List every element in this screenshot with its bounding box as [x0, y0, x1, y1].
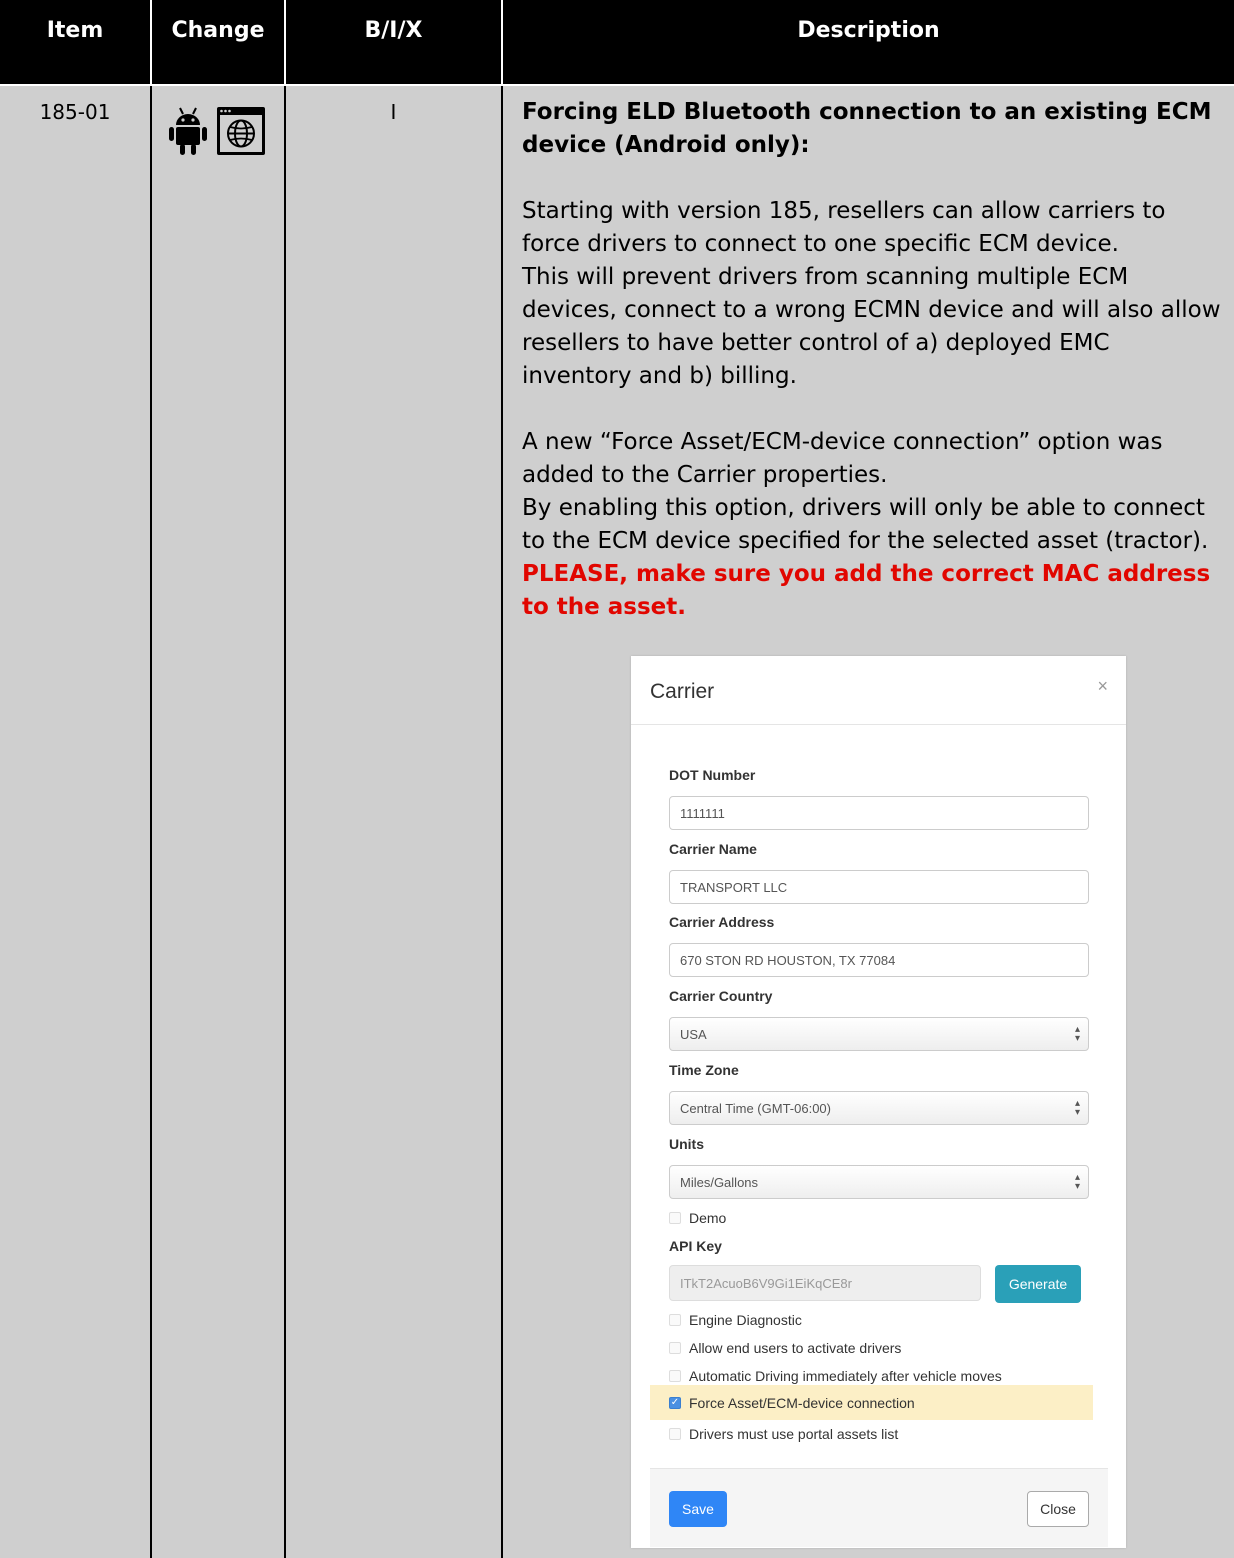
time-zone-value: Central Time (GMT-06:00): [680, 1101, 831, 1116]
option-label: Automatic Driving immediately after vehi…: [689, 1368, 1002, 1384]
dialog-header: Carrier ×: [631, 656, 1126, 725]
option-label: Force Asset/ECM-device connection: [689, 1395, 915, 1411]
column-divider: [284, 86, 286, 1558]
column-divider: [150, 86, 152, 1558]
item-cell: 185-01: [39, 100, 111, 124]
select-arrows-icon: ▴ ▾: [1074, 1172, 1080, 1192]
carrier-country-label: Carrier Country: [669, 988, 773, 1004]
carrier-name-input[interactable]: TRANSPORT LLC: [669, 870, 1089, 904]
allow-activate-drivers-row[interactable]: Allow end users to activate drivers: [669, 1338, 901, 1358]
bix-cell: I: [390, 100, 397, 124]
close-icon[interactable]: ×: [1097, 676, 1108, 697]
time-zone-label: Time Zone: [669, 1062, 739, 1078]
select-arrows-icon: ▴ ▾: [1074, 1024, 1080, 1044]
header-item: Item: [46, 18, 104, 43]
option-label: Allow end users to activate drivers: [689, 1340, 902, 1356]
automatic-driving-row[interactable]: Automatic Driving immediately after vehi…: [669, 1366, 1002, 1386]
units-select[interactable]: Miles/Gallons ▴ ▾: [669, 1165, 1089, 1199]
dialog-title: Carrier: [650, 680, 715, 703]
demo-label: Demo: [689, 1210, 727, 1226]
force-asset-connection-checkbox[interactable]: ✓: [669, 1397, 681, 1409]
table-header: Item Change B/I/X Description: [0, 0, 1234, 84]
description-cell: Forcing ELD Bluetooth connection to an e…: [522, 96, 1222, 624]
units-value: Miles/Gallons: [680, 1175, 759, 1190]
change-cell: [168, 106, 266, 156]
portal-assets-checkbox[interactable]: [669, 1428, 681, 1440]
header-bix: B/I/X: [364, 18, 423, 43]
carrier-name-label: Carrier Name: [669, 841, 757, 857]
select-arrows-icon: ▴ ▾: [1074, 1098, 1080, 1118]
demo-checkbox-row[interactable]: Demo: [669, 1208, 726, 1228]
carrier-dialog: Carrier × DOT Number 1111111 Carrier Nam…: [631, 656, 1126, 1548]
engine-diagnostic-row[interactable]: Engine Diagnostic: [669, 1310, 802, 1330]
description-paragraph: A new “Force Asset/ECM-device connection…: [522, 429, 1163, 488]
portal-assets-row[interactable]: Drivers must use portal assets list: [669, 1424, 898, 1444]
units-label: Units: [669, 1136, 704, 1152]
close-button[interactable]: Close: [1027, 1491, 1089, 1527]
force-asset-connection-row[interactable]: ✓ Force Asset/ECM-device connection: [669, 1393, 915, 1413]
allow-activate-drivers-checkbox[interactable]: [669, 1342, 681, 1354]
description-title: Forcing ELD Bluetooth connection to an e…: [522, 99, 1212, 158]
warning-text: PLEASE, make sure you add the correct MA…: [522, 561, 1211, 620]
api-key-label: API Key: [669, 1238, 722, 1254]
carrier-address-label: Carrier Address: [669, 914, 775, 930]
option-label: Drivers must use portal assets list: [689, 1426, 899, 1442]
dot-number-input[interactable]: 1111111: [669, 796, 1089, 830]
column-divider: [501, 86, 503, 1558]
option-label: Engine Diagnostic: [689, 1312, 802, 1328]
web-icon: [217, 107, 265, 155]
time-zone-select[interactable]: Central Time (GMT-06:00) ▴ ▾: [669, 1091, 1089, 1125]
header-change: Change: [171, 18, 265, 43]
generate-button[interactable]: Generate: [995, 1265, 1081, 1303]
demo-checkbox[interactable]: [669, 1212, 681, 1224]
carrier-country-select[interactable]: USA ▴ ▾: [669, 1017, 1089, 1051]
description-paragraph: By enabling this option, drivers will on…: [522, 495, 1209, 554]
description-paragraph: This will prevent drivers from scanning …: [522, 264, 1221, 389]
carrier-country-value: USA: [680, 1027, 707, 1042]
carrier-address-input[interactable]: 670 STON RD HOUSTON, TX 77084: [669, 943, 1089, 977]
header-description: Description: [797, 18, 940, 43]
release-notes-table: Item Change B/I/X Description 185-01 I F…: [0, 0, 1234, 1558]
api-key-input: ITkT2AcuoB6V9Gi1EiKqCE8r: [669, 1265, 981, 1301]
automatic-driving-checkbox[interactable]: [669, 1370, 681, 1382]
save-button[interactable]: Save: [669, 1491, 727, 1527]
dot-number-label: DOT Number: [669, 767, 756, 783]
engine-diagnostic-checkbox[interactable]: [669, 1314, 681, 1326]
description-paragraph: Starting with version 185, resellers can…: [522, 198, 1166, 257]
android-icon: [169, 107, 207, 155]
